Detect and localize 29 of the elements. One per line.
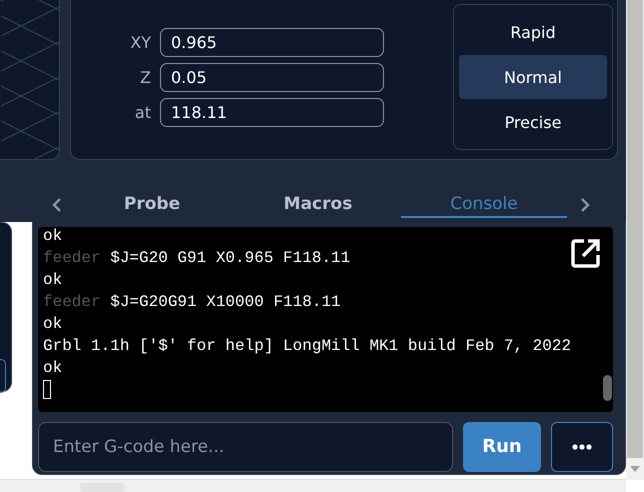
run-button[interactable]: Run — [463, 422, 541, 472]
scrollbar-thumb[interactable] — [627, 0, 643, 458]
text-cursor — [43, 380, 51, 399]
more-button[interactable] — [551, 422, 613, 472]
chevron-left-icon[interactable] — [51, 196, 63, 212]
console-line: ok — [43, 270, 62, 291]
tab[interactable]: Macros — [235, 191, 401, 218]
tab[interactable]: Probe — [69, 191, 235, 218]
speed-mode-button[interactable]: Precise — [459, 100, 607, 144]
console-line: feeder $J=G20 G91 X0.965 F118.11 — [43, 248, 350, 269]
speed-mode-button[interactable]: Rapid — [459, 10, 607, 54]
console-line: feeder $J=G20G91 X10000 F118.11 — [43, 292, 341, 313]
console-line: ok — [43, 358, 62, 379]
speed-mode-button[interactable]: Normal — [459, 55, 607, 99]
field-label: XY — [129, 33, 151, 52]
popout-icon[interactable] — [570, 236, 602, 269]
jog-input-field[interactable]: 0.05 — [160, 63, 384, 92]
console-line: ok — [43, 314, 62, 335]
scrollbar-thumb[interactable] — [603, 374, 612, 401]
more-icon — [572, 444, 592, 450]
tab[interactable]: Console — [401, 191, 567, 218]
jog-input-field[interactable]: 0.965 — [160, 28, 384, 57]
console-line: Grbl 1.1h ['$' for help] LongMill MK1 build Feb 7, 2022 — [43, 336, 572, 357]
field-label: Z — [139, 68, 151, 87]
console-line: ok — [43, 226, 62, 247]
jog-input-field[interactable]: 118.11 — [160, 98, 384, 127]
gcode-input-field[interactable]: Enter G-code here... — [38, 422, 453, 472]
field-label: at — [134, 103, 151, 122]
chevron-right-icon[interactable] — [579, 196, 591, 212]
